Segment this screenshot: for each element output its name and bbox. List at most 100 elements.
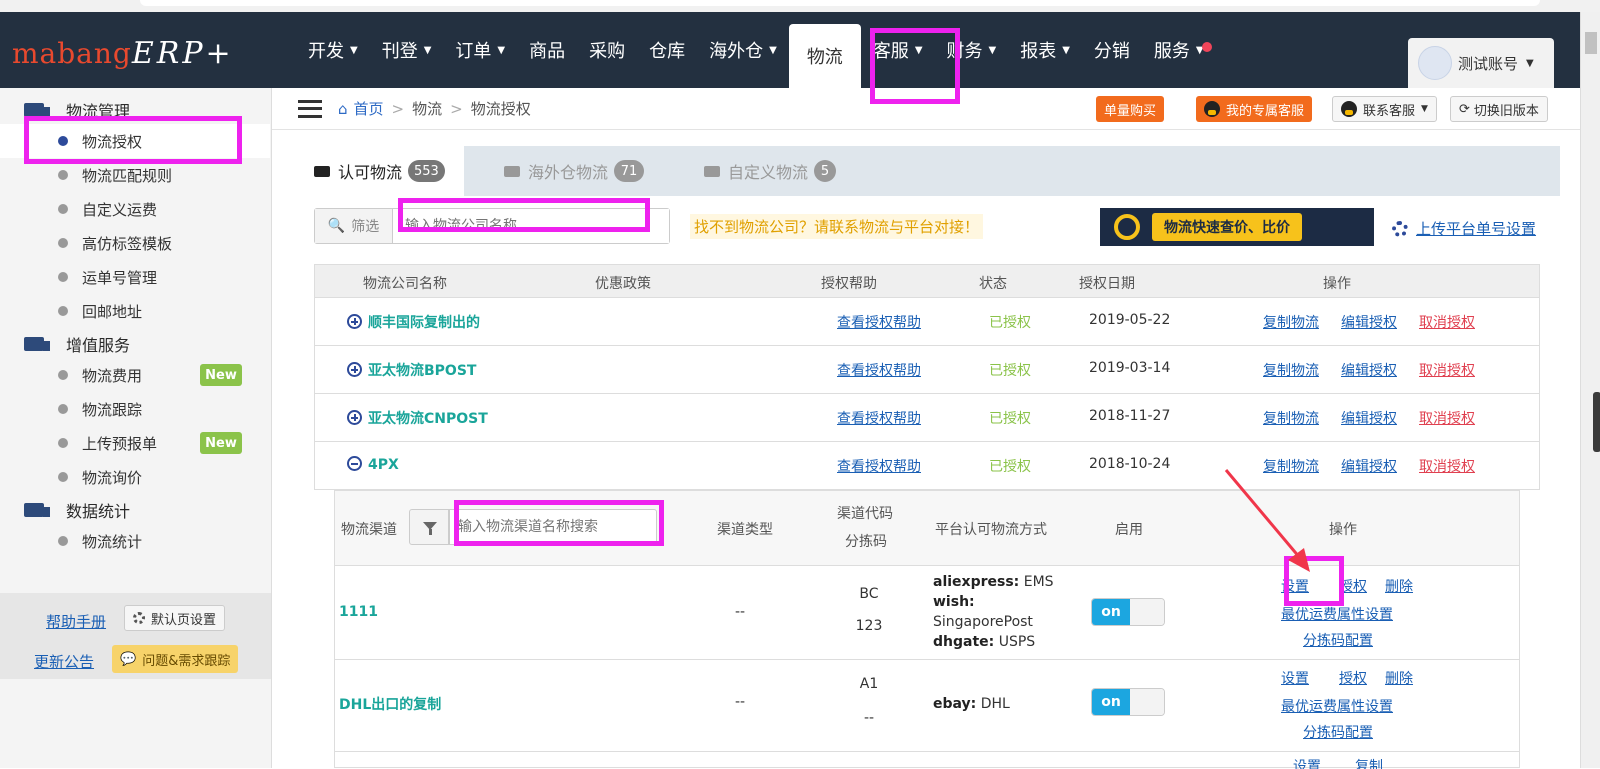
nav-item-9[interactable]: 财务 ▼: [935, 12, 1009, 88]
sidebar-item-1-2[interactable]: 上传预报单 New: [0, 426, 270, 460]
scroll-thumb[interactable]: [1585, 32, 1597, 54]
sort-code: 123: [855, 618, 883, 634]
sidebar-item-0-0[interactable]: 物流授权: [0, 124, 270, 158]
company-name[interactable]: 亚太物流BPOST: [347, 360, 476, 380]
logo[interactable]: mabangERP+: [12, 36, 234, 76]
nav-item-2[interactable]: 订单 ▼: [443, 12, 517, 88]
copy-logistics-link[interactable]: 复制物流: [1263, 312, 1319, 332]
sidebar-item-2-0[interactable]: 物流统计: [0, 524, 270, 558]
best-fee-settings-link[interactable]: 最优运费属性设置: [1281, 604, 1393, 624]
channel-settings-link[interactable]: 设置: [1281, 576, 1309, 596]
channel-search-input[interactable]: [449, 509, 657, 545]
edit-auth-link[interactable]: 编辑授权: [1341, 312, 1397, 332]
nav-item-6[interactable]: 海外仓 ▼: [697, 12, 789, 88]
sort-code-config-link[interactable]: 分拣码配置: [1303, 630, 1373, 650]
quick-quote-banner[interactable]: 物流快速查价、比价: [1100, 208, 1374, 246]
nav-item-11[interactable]: 分销: [1082, 12, 1142, 88]
upload-tracking-settings[interactable]: 上传平台单号设置: [1392, 218, 1536, 239]
nav-item-1[interactable]: 刊登 ▼: [370, 12, 444, 88]
buy-volume-button[interactable]: 单量购买: [1096, 96, 1165, 122]
expand-icon[interactable]: [347, 314, 362, 329]
breadcrumb-home[interactable]: 首页: [354, 98, 384, 119]
edit-auth-link[interactable]: 编辑授权: [1341, 360, 1397, 380]
collapse-icon[interactable]: [347, 456, 362, 471]
auth-help-link[interactable]: 查看授权帮助: [837, 360, 921, 380]
table-body: 顺丰国际复制出的 查看授权帮助 已授权 2019-05-22 复制物流 编辑授权 取消授权亚…: [314, 298, 1540, 490]
channel-delete-link[interactable]: 删除: [1385, 668, 1413, 688]
switch-old-version-button[interactable]: ⟳ 切换旧版本: [1450, 96, 1548, 122]
sidebar-item-1-0[interactable]: 物流费用 New: [0, 358, 270, 392]
cancel-auth-link[interactable]: 取消授权: [1419, 456, 1475, 476]
channel-name[interactable]: 1111: [339, 604, 378, 620]
chat-icon: 💬: [120, 651, 137, 667]
upload-tracking-link[interactable]: 上传平台单号设置: [1416, 218, 1536, 239]
sidebar-item-0-2[interactable]: 自定义运费: [0, 192, 270, 226]
cancel-auth-link[interactable]: 取消授权: [1419, 360, 1475, 380]
company-name[interactable]: 顺丰国际复制出的: [347, 312, 480, 332]
enable-toggle[interactable]: on: [1091, 598, 1165, 626]
table-row: 亚太物流BPOST 查看授权帮助 已授权 2019-03-14 复制物流 编辑授权 取消授权: [314, 346, 1540, 394]
best-fee-settings-link[interactable]: 最优运费属性设置: [1281, 696, 1393, 716]
default-page-button[interactable]: 默认页设置: [124, 605, 226, 631]
auth-date: 2019-03-14: [1089, 360, 1171, 376]
nav-item-10[interactable]: 报表 ▼: [1008, 12, 1082, 88]
edit-auth-link[interactable]: 编辑授权: [1341, 408, 1397, 428]
issue-tracking-button[interactable]: 💬 问题&需求跟踪: [112, 645, 239, 673]
channel-settings-link[interactable]: 设置: [1293, 756, 1321, 769]
update-news-link[interactable]: 更新公告: [34, 651, 94, 672]
nav-item-3[interactable]: 商品: [517, 12, 577, 88]
nav-item-5[interactable]: 仓库: [637, 12, 697, 88]
breadcrumb-bar: ⌂ 首页 > 物流 > 物流授权 单量购买 我的专属客服 联系客服 ▼ ⟳ 切换旧版…: [272, 88, 1580, 130]
company-name[interactable]: 4PX: [347, 456, 399, 473]
tab-custom-logistics[interactable]: 自定义物流 5: [704, 146, 837, 196]
help-manual-link[interactable]: 帮助手册: [46, 611, 106, 632]
tab-approved-logistics[interactable]: 认可物流 553: [294, 146, 464, 196]
tab-overseas-logistics[interactable]: 海外仓物流 71: [504, 146, 645, 196]
nav-item-12[interactable]: 服务 ▼: [1142, 12, 1216, 88]
company-name[interactable]: 亚太物流CNPOST: [347, 408, 488, 428]
nav-item-0[interactable]: 开发 ▼: [296, 12, 370, 88]
channel-settings-link[interactable]: 设置: [1281, 668, 1309, 688]
sort-code-config-link[interactable]: 分拣码配置: [1303, 722, 1373, 742]
breadcrumb-level1[interactable]: 物流: [412, 98, 442, 119]
auth-help-link[interactable]: 查看授权帮助: [837, 408, 921, 428]
my-service-button[interactable]: 我的专属客服: [1196, 96, 1313, 122]
sidebar-item-1-1[interactable]: 物流跟踪: [0, 392, 270, 426]
cancel-auth-link[interactable]: 取消授权: [1419, 312, 1475, 332]
account-menu[interactable]: 测试账号 ▼: [1408, 38, 1554, 88]
channel-copy-link[interactable]: 复制: [1355, 756, 1383, 769]
sidebar-item-0-5[interactable]: 回邮地址: [0, 294, 270, 328]
home-icon[interactable]: ⌂: [338, 100, 348, 118]
url-bar[interactable]: [140, 0, 1540, 6]
col-auth-help: 授权帮助: [821, 276, 877, 292]
nav-item-7[interactable]: 物流: [788, 24, 861, 88]
channel-delete-link[interactable]: 删除: [1385, 576, 1413, 596]
edit-auth-link[interactable]: 编辑授权: [1341, 456, 1397, 476]
auth-help-link[interactable]: 查看授权帮助: [837, 456, 921, 476]
contact-service-button[interactable]: 联系客服 ▼: [1332, 96, 1437, 122]
cancel-auth-link[interactable]: 取消授权: [1419, 408, 1475, 428]
company-filter: 🔍 筛选: [314, 208, 670, 244]
company-search-input[interactable]: [393, 209, 669, 243]
menu-toggle-icon[interactable]: [298, 100, 322, 118]
copy-logistics-link[interactable]: 复制物流: [1263, 360, 1319, 380]
expand-icon[interactable]: [347, 362, 362, 377]
auth-help-link[interactable]: 查看授权帮助: [837, 312, 921, 332]
channel-auth-link[interactable]: 授权: [1339, 668, 1367, 688]
channel-auth-link[interactable]: 授权: [1339, 576, 1367, 596]
copy-logistics-link[interactable]: 复制物流: [1263, 408, 1319, 428]
sidebar-item-0-3[interactable]: 高仿标签模板: [0, 226, 270, 260]
nav-item-4[interactable]: 采购: [577, 12, 637, 88]
nav-item-8[interactable]: 客服 ▼: [861, 12, 935, 88]
table-row: 顺丰国际复制出的 查看授权帮助 已授权 2019-05-22 复制物流 编辑授权 取消授权: [314, 298, 1540, 346]
page-scrollbar[interactable]: [1580, 12, 1600, 768]
expand-icon[interactable]: [347, 410, 362, 425]
channel-name[interactable]: DHL出口的复制: [339, 694, 441, 714]
sidebar-item-0-4[interactable]: 运单号管理: [0, 260, 270, 294]
col-auth-date: 授权日期: [1079, 276, 1135, 292]
sidebar-item-0-1[interactable]: 物流匹配规则: [0, 158, 270, 192]
channel-filter-button[interactable]: [409, 509, 449, 545]
enable-toggle[interactable]: on: [1091, 688, 1165, 716]
copy-logistics-link[interactable]: 复制物流: [1263, 456, 1319, 476]
sidebar-item-1-3[interactable]: 物流询价: [0, 460, 270, 494]
